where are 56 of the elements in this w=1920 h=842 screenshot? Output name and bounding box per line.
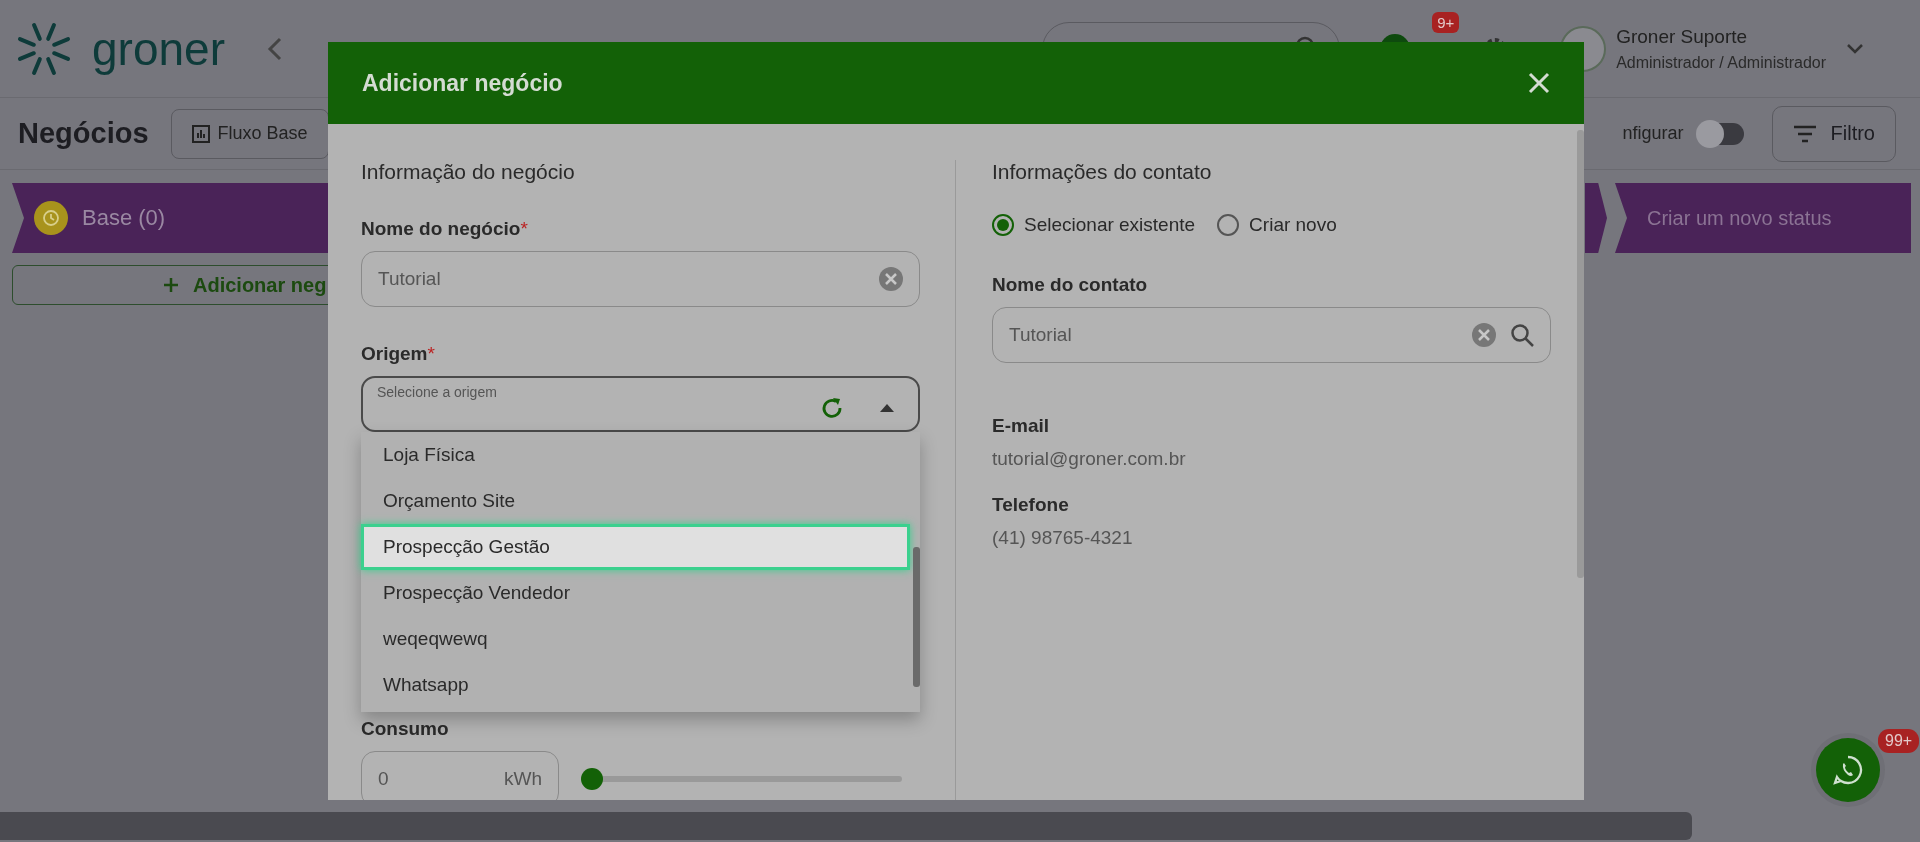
close-icon[interactable] [1528,72,1550,94]
notification-badge: 9+ [1432,11,1460,33]
required-mark: * [427,343,435,365]
status-column-header [1585,183,1607,253]
refresh-icon[interactable] [820,396,844,420]
caret-up-icon[interactable] [880,404,894,412]
search-icon[interactable] [1510,323,1534,347]
phone-bubble-icon [1833,755,1863,785]
select-field[interactable]: Selecione a origem [361,376,920,432]
chevron-down-icon[interactable] [1846,42,1864,55]
scrollbar[interactable] [913,547,920,687]
field-value: 0 [378,768,389,790]
scrollbar[interactable] [1577,130,1584,578]
modal-title: Adicionar negócio [362,69,563,97]
page-title: Negócios [18,117,149,150]
field-label: Nome do negócio [361,218,521,240]
clock-icon [34,201,68,235]
clear-icon[interactable] [1472,323,1496,347]
filter-icon [1792,124,1817,143]
horizontal-scrollbar[interactable] [0,812,1692,840]
radio-icon[interactable] [1217,214,1240,236]
phone-text: (41) 98765-4321 [992,527,1134,549]
dropdown-option[interactable]: Prospecção Vendedor [361,570,910,616]
dropdown-option[interactable]: Whatsapp [361,662,910,708]
slider-thumb[interactable] [581,768,603,790]
chat-badge: 99+ [1878,729,1920,753]
required-mark: * [520,218,528,240]
configure-label: nfigurar [1622,123,1684,144]
chart-icon [191,124,210,143]
clear-icon[interactable] [879,267,903,291]
configure-toggle[interactable] [1697,122,1744,145]
column-title: Base (0) [82,205,166,231]
dropdown-option[interactable]: Loja Física [361,432,910,478]
field-label: Consumo [361,718,450,740]
user-role: Administrador / Administrador [1616,53,1826,72]
text-field[interactable]: Tutorial [361,251,920,307]
user-name: Groner Suporte [1616,25,1749,48]
search-field[interactable]: Tutorial [992,307,1551,363]
section-heading: Informações do contato [992,160,1213,184]
plus-icon [163,277,179,293]
unit-label: kWh [504,768,542,790]
radio-icon[interactable] [992,214,1014,236]
field-label: Nome do contato [992,274,1149,296]
field-label: Telefone [992,494,1070,516]
field-label: E-mail [992,415,1051,437]
radio-option[interactable]: Selecionar existente [992,214,1196,236]
section-heading: Informação do negócio [361,160,576,184]
filter-button[interactable]: Filtro [1771,105,1896,162]
dropdown-option[interactable]: weqeqwewq [361,616,910,662]
field-label: Origem [361,343,428,365]
radio-option[interactable]: Criar novo [1217,214,1337,236]
dropdown-option[interactable]: Orçamento Site [361,478,910,524]
logo: groner [92,21,225,76]
email-text: tutorial@groner.com.br [992,448,1187,470]
sunburst-logo-icon [16,20,72,77]
dropdown-option[interactable]: Prospecção Gestão [361,524,910,570]
